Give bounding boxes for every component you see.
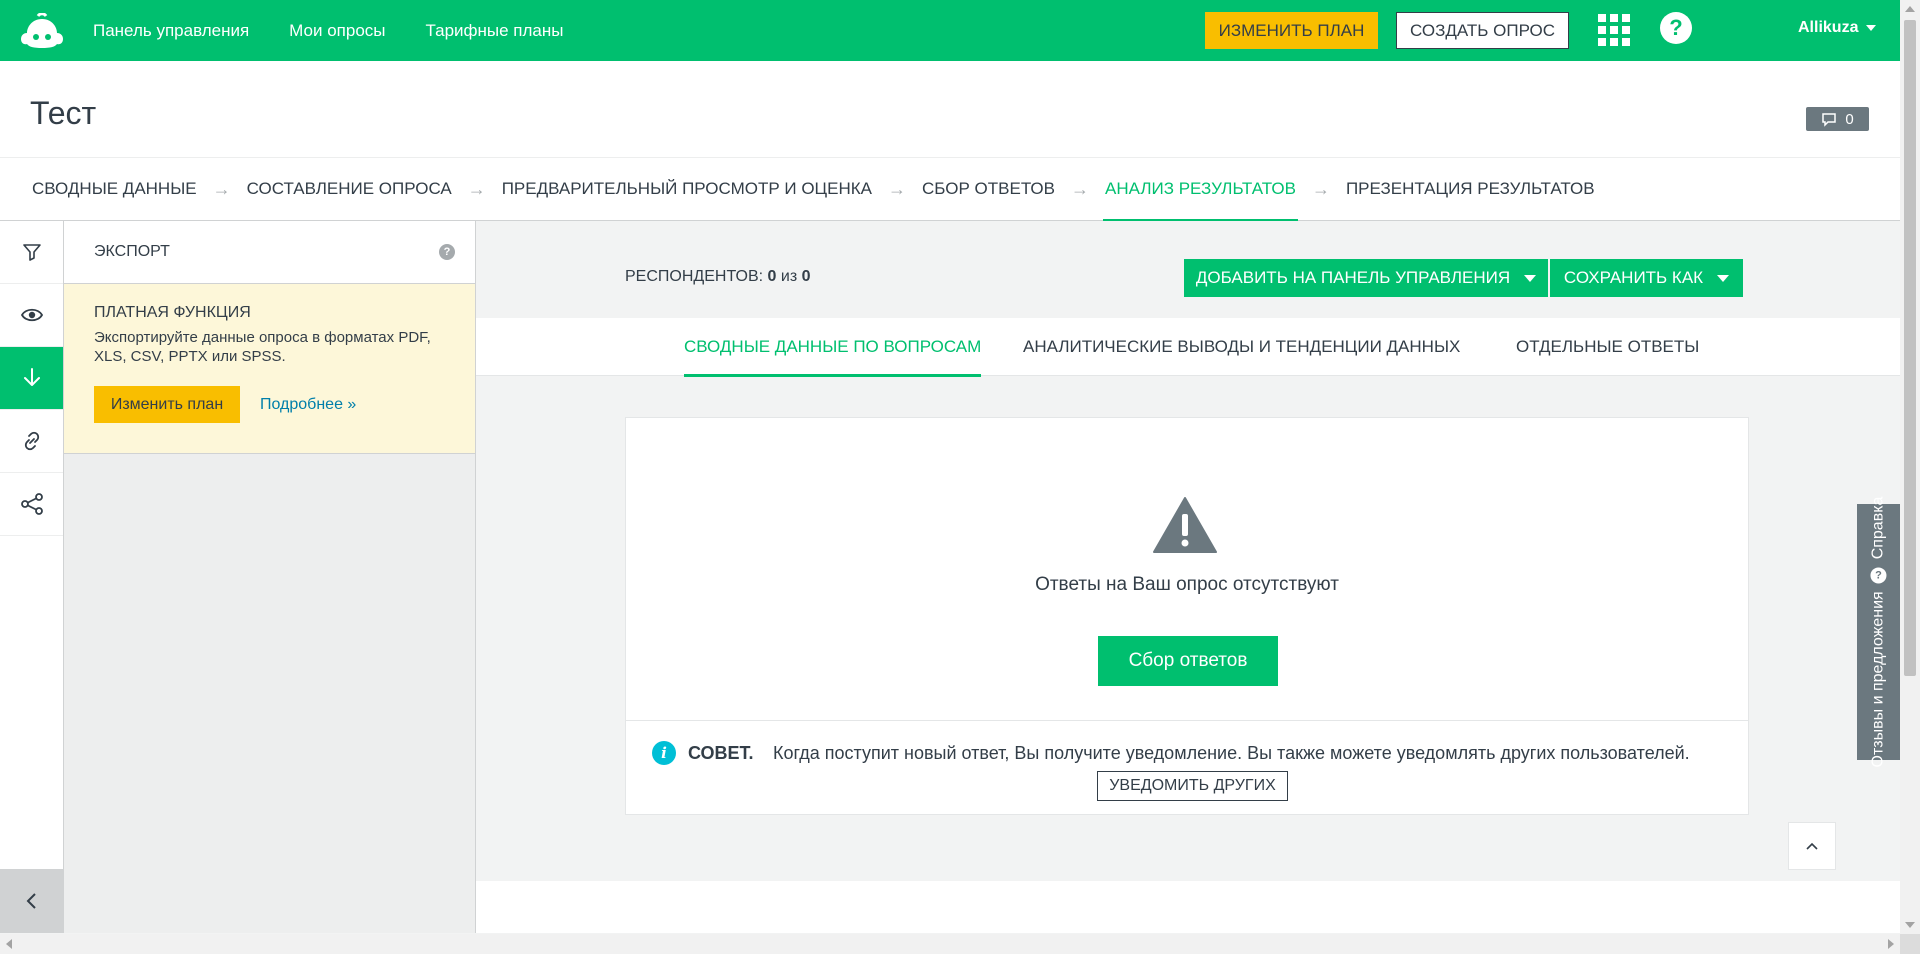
- tab-data-trends[interactable]: АНАЛИТИЧЕСКИЕ ВЫВОДЫ И ТЕНДЕНЦИИ ДАННЫХ: [1023, 318, 1460, 376]
- rail-filter[interactable]: [0, 221, 63, 284]
- user-menu[interactable]: Allikuza: [1798, 19, 1877, 37]
- step-navigation: СВОДНЫЕ ДАННЫЕ → СОСТАВЛЕНИЕ ОПРОСА → ПР…: [0, 157, 1900, 222]
- analyze-tools-rail: [0, 221, 64, 933]
- rail-export[interactable]: [0, 347, 63, 410]
- top-nav: Панель управления Мои опросы Тарифные пл…: [93, 0, 563, 61]
- step-analyze[interactable]: АНАЛИЗ РЕЗУЛЬТАТОВ: [1103, 157, 1298, 222]
- feedback-tab[interactable]: Отзывы и предложения ? Справка: [1857, 497, 1900, 767]
- arrow-right-icon: →: [1071, 178, 1089, 199]
- scroll-right-arrow-icon[interactable]: [1888, 939, 1894, 949]
- step-preview[interactable]: ПРЕДВАРИТЕЛЬНЫЙ ПРОСМОТР И ОЦЕНКА: [502, 157, 872, 221]
- chevron-left-icon: [26, 893, 36, 909]
- tip-label: СОВЕТ.: [688, 743, 754, 763]
- respondents-counter: РЕСПОНДЕНТОВ: 0 из 0: [625, 268, 811, 286]
- top-nav-plans[interactable]: Тарифные планы: [426, 21, 564, 41]
- top-navigation-bar: Панель управления Мои опросы Тарифные пл…: [0, 0, 1900, 61]
- step-collect[interactable]: СБОР ОТВЕТОВ: [922, 157, 1055, 221]
- content-footer: [476, 881, 1900, 933]
- page-title: Тест: [30, 95, 97, 131]
- comments-button[interactable]: 0: [1806, 107, 1869, 131]
- tip-section: i СОВЕТ. Когда поступит новый ответ, Вы …: [626, 720, 1748, 815]
- scroll-down-arrow-icon[interactable]: [1905, 922, 1915, 928]
- empty-state-text: Ответы на Ваш опрос отсутствуют: [1035, 574, 1339, 595]
- rail-share[interactable]: [0, 473, 63, 536]
- upgrade-plan-button[interactable]: ИЗМЕНИТЬ ПЛАН: [1205, 12, 1378, 49]
- scroll-to-top-button[interactable]: [1788, 822, 1836, 870]
- horizontal-scrollbar[interactable]: [0, 934, 1900, 954]
- vertical-scrollbar[interactable]: [1900, 0, 1920, 934]
- create-survey-button[interactable]: СОЗДАТЬ ОПРОС: [1396, 12, 1569, 49]
- learn-more-link[interactable]: Подробнее »: [260, 396, 356, 414]
- step-design[interactable]: СОСТАВЛЕНИЕ ОПРОСА: [247, 157, 452, 221]
- arrow-right-icon: →: [212, 178, 231, 199]
- scrollbar-corner: [1900, 934, 1920, 954]
- step-present[interactable]: ПРЕЗЕНТАЦИЯ РЕЗУЛЬТАТОВ: [1346, 157, 1595, 221]
- scroll-up-arrow-icon[interactable]: [1905, 6, 1915, 12]
- collect-responses-button[interactable]: Сбор ответов: [1098, 636, 1278, 686]
- arrow-right-icon: →: [467, 178, 486, 199]
- paid-feature-notice: ПЛАТНАЯ ФУНКЦИЯ Экспортируйте данные опр…: [64, 284, 475, 454]
- link-icon: [24, 431, 39, 451]
- analyze-main: РЕСПОНДЕНТОВ: 0 из 0 ДОБАВИТЬ НА ПАНЕЛЬ …: [476, 221, 1900, 881]
- warning-icon: [1153, 497, 1217, 553]
- results-subtabs: СВОДНЫЕ ДАННЫЕ ПО ВОПРОСАМ АНАЛИТИЧЕСКИЕ…: [476, 318, 1900, 377]
- export-panel-title: ЭКСПОРТ: [94, 243, 170, 260]
- feedback-label: Отзывы и предложения: [1869, 591, 1887, 768]
- tab-individual-responses[interactable]: ОТДЕЛЬНЫЕ ОТВЕТЫ: [1516, 318, 1699, 376]
- respondents-total: 0: [801, 268, 811, 285]
- paid-feature-text: Экспортируйте данные опроса в форматах P…: [94, 329, 431, 365]
- respondents-label: РЕСПОНДЕНТОВ:: [625, 268, 764, 285]
- help-icon[interactable]: ?: [1660, 12, 1692, 44]
- question-icon[interactable]: ?: [439, 244, 455, 260]
- respondents-of: из: [780, 268, 798, 285]
- chevron-up-icon: [1806, 842, 1818, 850]
- caret-down-icon: [1717, 274, 1730, 282]
- vertical-scroll-thumb[interactable]: [1904, 20, 1916, 676]
- feedback-tab-content: Отзывы и предложения ? Справка: [1869, 496, 1888, 768]
- share-icon: [20, 493, 43, 515]
- save-as-button[interactable]: СОХРАНИТЬ КАК: [1550, 259, 1743, 297]
- add-to-dashboard-button[interactable]: ДОБАВИТЬ НА ПАНЕЛЬ УПРАВЛЕНИЯ: [1184, 259, 1548, 297]
- paid-feature-title: ПЛАТНАЯ ФУНКЦИЯ: [94, 304, 251, 321]
- username: Allikuza: [1798, 19, 1859, 36]
- surveymonkey-logo-icon[interactable]: [18, 13, 66, 49]
- empty-results-card: Ответы на Ваш опрос отсутствуют Сбор отв…: [625, 417, 1749, 815]
- save-as-label: СОХРАНИТЬ КАК: [1563, 268, 1704, 287]
- comment-icon: [1822, 113, 1837, 127]
- paid-feature-actions: Изменить план Подробнее »: [94, 386, 453, 423]
- export-panel: ЭКСПОРТ ? ПЛАТНАЯ ФУНКЦИЯ Экспортируйте …: [64, 221, 476, 933]
- help-label: Справка: [1869, 496, 1887, 560]
- top-nav-dashboard[interactable]: Панель управления: [93, 21, 249, 41]
- scroll-left-arrow-icon[interactable]: [6, 939, 12, 949]
- download-icon: [23, 368, 40, 386]
- survey-title-bar: Тест 0: [0, 61, 1900, 157]
- top-nav-my-surveys[interactable]: Мои опросы: [289, 21, 385, 41]
- rail-shared-links[interactable]: [0, 410, 63, 473]
- apps-grid-icon[interactable]: [1598, 14, 1630, 46]
- change-plan-button[interactable]: Изменить план: [94, 386, 240, 423]
- arrow-right-icon: →: [1311, 178, 1330, 199]
- filter-icon: [22, 244, 41, 261]
- comment-count: 0: [1845, 110, 1854, 128]
- info-icon: i: [652, 741, 676, 765]
- export-panel-header: ЭКСПОРТ ?: [64, 221, 475, 284]
- arrow-right-icon: →: [888, 178, 906, 199]
- add-to-dashboard-label: ДОБАВИТЬ НА ПАНЕЛЬ УПРАВЛЕНИЯ: [1195, 268, 1511, 287]
- tip-text: Когда поступит новый ответ, Вы получите …: [773, 743, 1690, 763]
- tab-question-summaries[interactable]: СВОДНЫЕ ДАННЫЕ ПО ВОПРОСАМ: [684, 318, 982, 377]
- eye-icon: [20, 308, 43, 322]
- step-summary[interactable]: СВОДНЫЕ ДАННЫЕ: [32, 157, 197, 221]
- chevron-down-icon: [1866, 25, 1877, 31]
- rail-views[interactable]: [0, 284, 63, 347]
- notify-others-button[interactable]: УВЕДОМИТЬ ДРУГИХ: [1097, 771, 1288, 801]
- question-icon: ?: [1870, 567, 1887, 584]
- respondents-count: 0: [767, 268, 777, 285]
- caret-down-icon: [1524, 274, 1537, 282]
- collapse-rail-button[interactable]: [0, 869, 63, 933]
